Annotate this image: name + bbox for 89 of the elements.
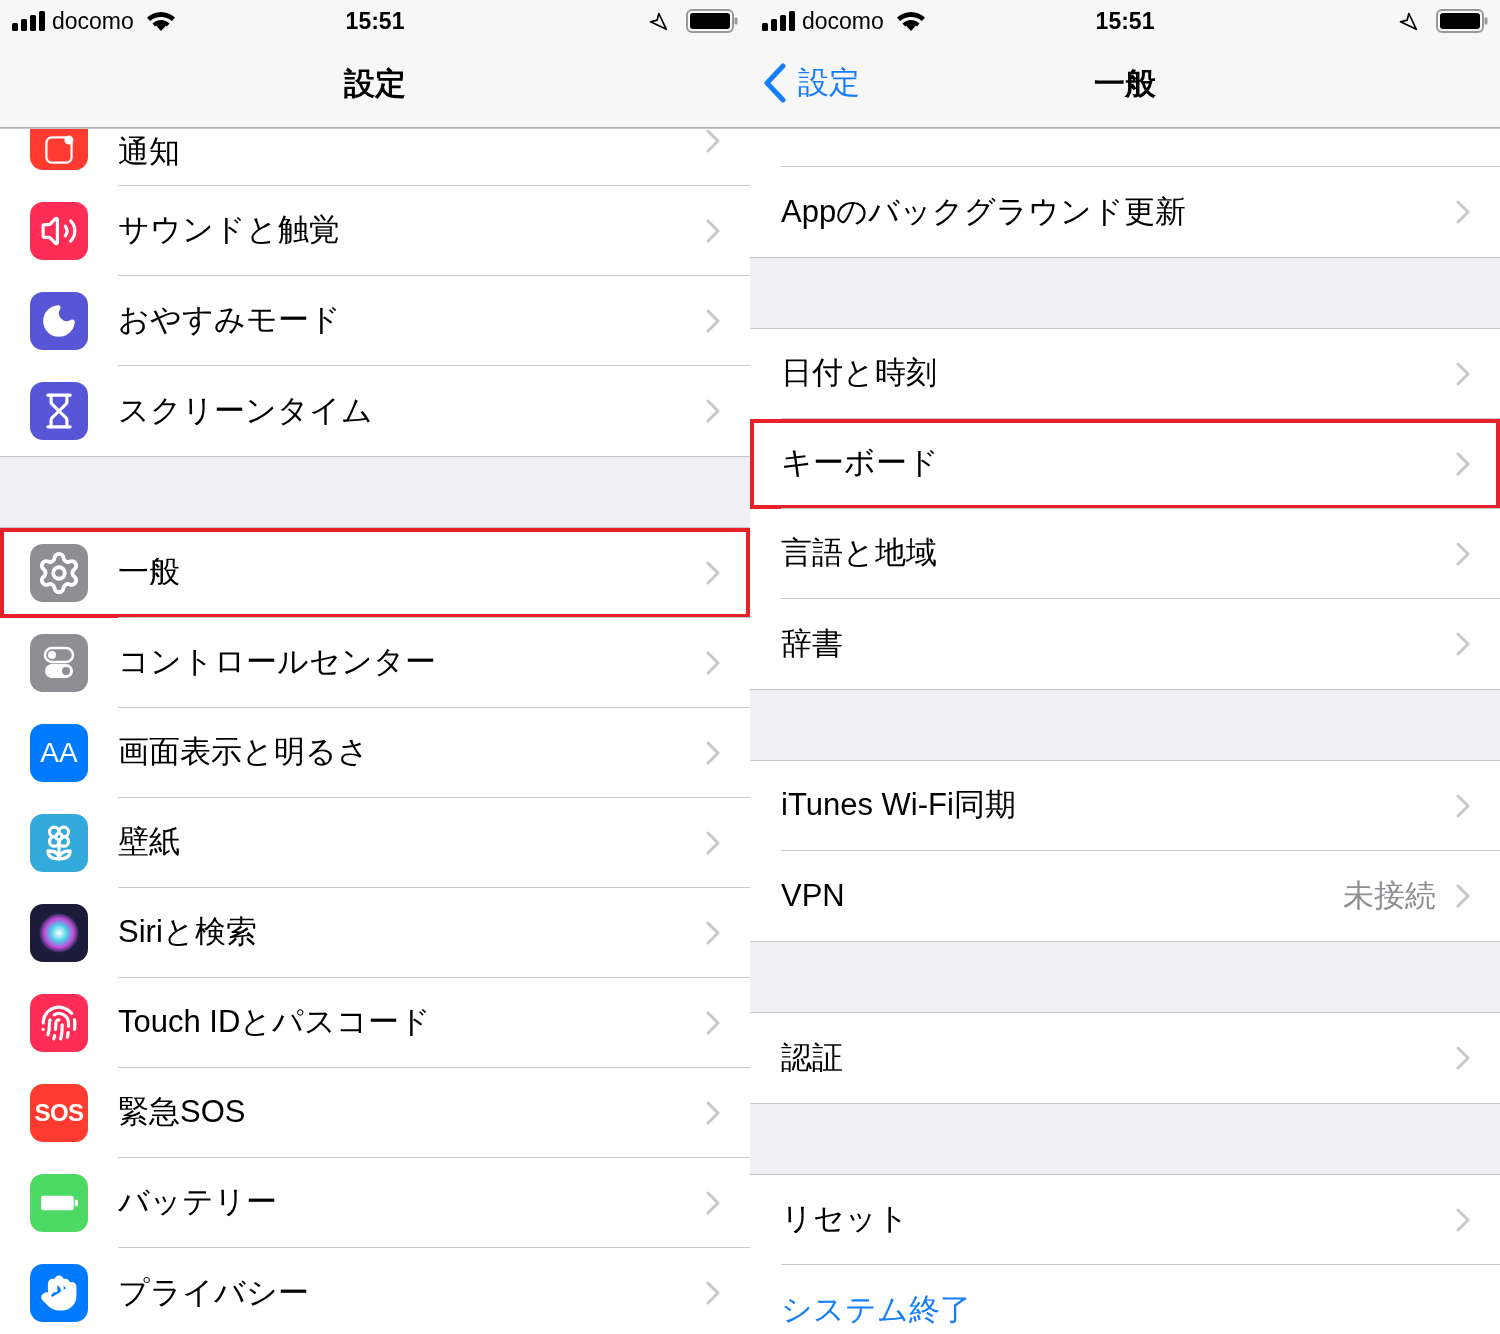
row-label: コントロールセンター [118, 643, 437, 682]
chevron-icon [1456, 632, 1470, 656]
row-label: 認証 [781, 1038, 844, 1077]
chevron-icon [706, 1100, 720, 1125]
row-label: キーボード [781, 444, 940, 483]
row-label: VPN [781, 876, 846, 915]
settings-row[interactable]: キーボード [750, 419, 1500, 509]
row-label: 画面表示と明るさ [118, 733, 370, 772]
chevron-icon [1456, 541, 1470, 566]
settings-row[interactable]: 日付と時刻 [750, 329, 1500, 419]
battery-icon [1436, 8, 1488, 34]
settings-row[interactable]: Appのバックグラウンド更新 [750, 167, 1500, 257]
signal-icon [762, 11, 796, 31]
row-label: 緊急SOS [118, 1093, 247, 1132]
row-label: Siriと検索 [118, 913, 258, 952]
moon-icon [40, 302, 78, 340]
settings-row[interactable]: おやすみモード [0, 276, 750, 366]
chevron-icon [1456, 1046, 1470, 1070]
row-label: 辞書 [781, 624, 844, 663]
settings-row[interactable]: 言語と地域 [750, 509, 1500, 599]
row-label: 通知 [118, 133, 181, 171]
row-label: 壁紙 [118, 823, 181, 862]
row-value: 未接続 [1343, 876, 1436, 915]
settings-row[interactable]: スクリーンタイム [0, 366, 750, 456]
settings-row[interactable]: サウンドと触覚 [0, 186, 750, 276]
action-link[interactable]: システム終了 [781, 1286, 1470, 1334]
chevron-icon [1456, 451, 1470, 476]
settings-row[interactable]: VPN 未接続 [750, 851, 1500, 941]
wifi-icon [895, 10, 926, 32]
settings-row[interactable]: AA 画面表示と明るさ [0, 708, 750, 798]
settings-row[interactable]: バッテリー [0, 1158, 750, 1248]
row-label: 一般 [118, 553, 181, 592]
icon-label: SOS [34, 1098, 84, 1128]
row-label: プライバシー [118, 1273, 310, 1312]
chevron-icon [1456, 1207, 1470, 1232]
wifi-icon [145, 10, 176, 32]
settings-row[interactable]: リセット [750, 1175, 1500, 1265]
settings-row[interactable]: システム終了 [750, 1265, 1500, 1334]
settings-row[interactable]: SOS 緊急SOS [0, 1068, 750, 1158]
chevron-icon [1456, 884, 1470, 908]
status-time: 15:51 [1095, 6, 1155, 36]
chevron-icon [706, 740, 720, 765]
hand-icon [40, 1274, 78, 1312]
chevron-icon [706, 650, 720, 675]
signal-icon [12, 11, 46, 31]
back-button[interactable]: 設定 [764, 60, 860, 107]
chevron-icon [1456, 793, 1470, 818]
icon-label: AA [40, 736, 78, 770]
nav-title: 一般 [1094, 65, 1156, 104]
row-label: Appのバックグラウンド更新 [781, 192, 1188, 231]
row-label: おやすみモード [118, 301, 342, 340]
chevron-icon [706, 308, 720, 333]
chevron-icon [706, 830, 720, 855]
settings-row[interactable]: 一般 [0, 528, 750, 618]
settings-row[interactable]: 認証 [750, 1013, 1500, 1103]
row-label: iTunes Wi-Fi同期 [781, 786, 1017, 825]
settings-row[interactable]: Touch IDとパスコード [0, 978, 750, 1068]
settings-row[interactable]: コントロールセンター [0, 618, 750, 708]
settings-row[interactable]: プライバシー [0, 1248, 750, 1334]
back-icon [764, 63, 786, 104]
chevron-icon [1456, 361, 1470, 386]
chevron-icon [706, 920, 720, 945]
chevron-icon [706, 1010, 720, 1035]
chevron-icon [1456, 200, 1470, 224]
settings-row[interactable]: 壁紙 [0, 798, 750, 888]
settings-row[interactable]: 辞書 [750, 599, 1500, 689]
row-label: バッテリー [118, 1183, 278, 1222]
chevron-icon [706, 560, 720, 585]
location-icon [1398, 11, 1418, 31]
location-icon [648, 11, 668, 31]
fingerprint-icon [40, 1004, 78, 1042]
chevron-icon [706, 218, 720, 243]
row-label: Touch IDとパスコード [118, 1003, 433, 1042]
carrier-name: docomo [802, 6, 884, 36]
row-label: リセット [781, 1200, 910, 1239]
chevron-icon [706, 1190, 720, 1215]
battery-icon [686, 8, 738, 34]
carrier-name: docomo [52, 6, 134, 36]
settings-row[interactable]: 通知 [0, 129, 750, 186]
settings-row[interactable]: iTunes Wi-Fi同期 [750, 761, 1500, 851]
chevron-icon [706, 399, 720, 423]
status-time: 15:51 [345, 6, 405, 36]
row-label: 日付と時刻 [781, 354, 938, 393]
settings-row[interactable]: Siriと検索 [0, 888, 750, 978]
nav-title: 設定 [344, 65, 406, 104]
row-label: 言語と地域 [781, 534, 938, 573]
row-label: サウンドと触覚 [118, 211, 341, 250]
row-label: スクリーンタイム [118, 391, 374, 430]
chevron-icon [706, 1281, 720, 1305]
